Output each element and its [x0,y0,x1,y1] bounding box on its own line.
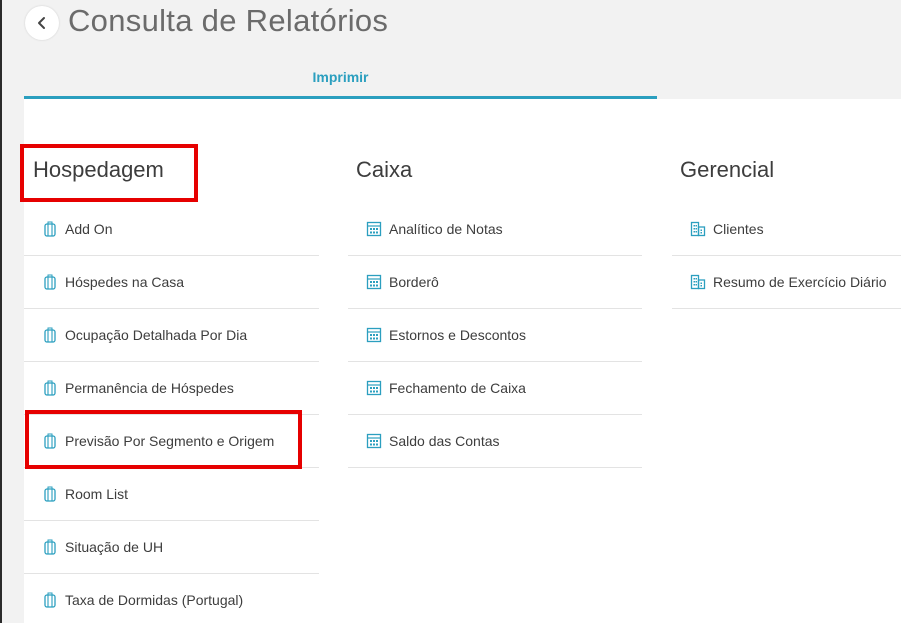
calculator-icon [366,380,382,396]
report-clientes[interactable]: Clientes [672,203,901,256]
report-estornos-descontos[interactable]: Estornos e Descontos [348,309,642,362]
report-fechamento-caixa[interactable]: Fechamento de Caixa [348,362,642,415]
report-label: Permanência de Hóspedes [65,380,234,396]
luggage-icon [42,274,58,290]
report-resumo-exercicio-diario[interactable]: Resumo de Exercício Diário [672,256,901,309]
luggage-icon [42,539,58,555]
report-label: Analítico de Notas [389,221,503,237]
report-label: Saldo das Contas [389,433,500,449]
section-title-caixa: Caixa [356,157,413,182]
report-label: Resumo de Exercício Diário [713,274,887,290]
luggage-icon [42,327,58,343]
tab-imprimir-label: Imprimir [312,69,369,85]
tab-imprimir[interactable]: Imprimir [24,58,657,99]
report-situacao-uh[interactable]: Situação de UH [24,521,319,574]
luggage-icon [42,221,58,237]
report-analitico-notas[interactable]: Analítico de Notas [348,203,642,256]
report-room-list[interactable]: Room List [24,468,319,521]
report-label: Hóspedes na Casa [65,274,185,290]
report-add-on[interactable]: Add On [24,203,319,256]
calculator-icon [366,327,382,343]
report-permanencia-hospedes[interactable]: Permanência de Hóspedes [24,362,319,415]
report-ocupacao-detalhada[interactable]: Ocupação Detalhada Por Dia [24,309,319,362]
calculator-icon [366,433,382,449]
back-button[interactable] [25,6,59,40]
calculator-icon [366,221,382,237]
section-title-gerencial: Gerencial [680,157,775,182]
report-saldo-contas[interactable]: Saldo das Contas [348,415,642,468]
list-gerencial: Clientes Resumo de Exercício Diário [672,203,901,309]
tab-bar: Imprimir [24,58,657,99]
report-label: Room List [65,486,129,502]
building-icon [690,274,706,290]
luggage-icon [42,592,58,608]
chevron-left-icon [38,17,45,29]
highlight-box-hospedagem-title [20,144,198,202]
building-icon [690,221,706,237]
report-label: Add On [65,221,113,237]
highlight-box-previsao-item [25,410,302,469]
report-taxa-dormidas[interactable]: Taxa de Dormidas (Portugal) [24,574,319,623]
list-caixa: Analítico de Notas Borderô Estornos e De… [348,203,642,468]
luggage-icon [42,380,58,396]
calculator-icon [366,274,382,290]
report-label: Ocupação Detalhada Por Dia [65,327,248,343]
report-label: Fechamento de Caixa [389,380,526,396]
report-label: Estornos e Descontos [389,327,526,343]
report-label: Borderô [389,274,439,290]
report-label: Situação de UH [65,539,164,555]
report-label: Taxa de Dormidas (Portugal) [65,592,244,608]
luggage-icon [42,486,58,502]
report-bordero[interactable]: Borderô [348,256,642,309]
report-label: Clientes [713,221,764,237]
page-title: Consulta de Relatórios [68,3,389,38]
window-left-border [0,0,2,623]
report-hospedes-na-casa[interactable]: Hóspedes na Casa [24,256,319,309]
